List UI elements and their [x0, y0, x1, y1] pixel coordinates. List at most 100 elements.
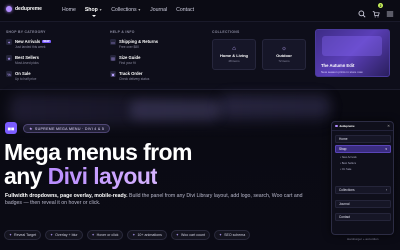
- menu-icon[interactable]: [386, 5, 394, 17]
- check-icon: ✦: [9, 233, 13, 237]
- headline-accent: Divi layout: [47, 163, 158, 189]
- collection-count: 48 items: [228, 59, 240, 63]
- mobile-item-contact[interactable]: Contact: [335, 213, 391, 221]
- mobile-subitem[interactable]: • Best Sellers: [340, 162, 356, 165]
- hero-description-lead: Fullwidth dropdowns, page overlay, mobil…: [5, 193, 128, 199]
- nav-item-home[interactable]: Home: [62, 7, 76, 13]
- mobile-subitem-label: On Sale: [341, 168, 352, 171]
- mobile-subitem-label: New Arrivals: [341, 156, 357, 159]
- logo-text: dedupreme: [15, 6, 42, 12]
- feature-chip: ✦ 10+ animations: [127, 230, 167, 240]
- chip-label: 10+ animations: [137, 233, 162, 237]
- truck-icon: ▭: [110, 39, 116, 45]
- mobile-preview-caption: Hamburger + accordion: [347, 237, 379, 241]
- collection-name: Outdoor: [276, 53, 292, 58]
- menu-item-track-order[interactable]: ▣ Track Order Check delivery status: [110, 71, 149, 81]
- star-icon: ★: [6, 55, 12, 61]
- nav-item-shop[interactable]: Shop ▼: [84, 7, 102, 17]
- mobile-subitem[interactable]: • New Arrivals: [340, 156, 357, 159]
- mobile-item-collections[interactable]: Collections ›: [335, 186, 391, 194]
- site-logo[interactable]: dedupreme: [6, 6, 42, 12]
- mobile-item-label: Contact: [339, 215, 350, 219]
- nav-label: Shop: [84, 7, 98, 13]
- new-badge: NEW: [42, 39, 51, 44]
- ruler-icon: ▤: [110, 55, 116, 61]
- menu-item-size-guide[interactable]: ▤ Size Guide Find your fit: [110, 55, 140, 65]
- collection-count: 72 items: [278, 59, 290, 63]
- nav-item-contact[interactable]: Contact: [176, 7, 194, 13]
- mobile-item-label: Shop: [339, 147, 347, 151]
- header-actions: 2: [358, 3, 394, 18]
- feature-chip: ✦ Reveal Target: [4, 230, 42, 240]
- menu-item-subtitle: Just landed this week: [15, 44, 46, 49]
- feature-chip: ✦ Woo cart count: [170, 230, 211, 240]
- check-icon: ✦: [219, 233, 223, 237]
- menu-item-on-sale[interactable]: % On Sale Up to half price: [6, 71, 36, 81]
- chip-label: Woo cart count: [180, 233, 206, 237]
- mobile-item-label: Journal: [339, 202, 350, 206]
- menu-item-best-sellers[interactable]: ★ Best Sellers Most-loved picks: [6, 55, 39, 65]
- search-icon[interactable]: [358, 5, 366, 18]
- chip-label: Overlay + blur: [55, 233, 78, 237]
- feature-chips: ✦ Reveal Target ✦ Overlay + blur ✦ Hover or…: [4, 230, 251, 240]
- star-icon: ★: [29, 126, 33, 131]
- nav-item-journal[interactable]: Journal: [150, 7, 167, 13]
- cart-icon[interactable]: 2: [372, 3, 383, 18]
- column-title-collections: COLLECTIONS: [212, 30, 240, 34]
- mobile-item-shop[interactable]: Shop ▾: [335, 145, 391, 153]
- chip-label: SEO schema: [224, 233, 246, 237]
- check-icon: ✦: [175, 233, 179, 237]
- menu-item-subtitle: Find your fit: [119, 60, 136, 65]
- menu-item-label: Size Guide: [119, 55, 141, 60]
- blurred-content: [130, 100, 220, 120]
- menu-item-new-arrivals[interactable]: ✦ New Arrivals NEW Just landed this week: [6, 39, 51, 49]
- collection-card-outdoor[interactable]: ☼ Outdoor 72 items: [262, 39, 306, 70]
- menu-item-label: Track Order: [119, 71, 143, 76]
- product-logo-icon: ◼◼: [5, 122, 17, 134]
- chip-label: Hover or click: [96, 233, 119, 237]
- close-icon[interactable]: ✕: [387, 124, 390, 128]
- hero-description: Fullwidth dropdowns, page overlay, mobil…: [5, 193, 305, 207]
- nav-label: Collections: [111, 7, 137, 13]
- feature-chip: ✦ Overlay + blur: [45, 230, 83, 240]
- menu-item-subtitle: Check delivery status: [119, 76, 150, 81]
- sparkle-icon: ✦: [6, 39, 12, 45]
- hero-headline-line1: Mega menus from: [4, 139, 192, 165]
- menu-item-label: New Arrivals: [15, 39, 41, 44]
- promo-subtitle: New season prints in store now: [321, 70, 363, 74]
- mobile-item-journal[interactable]: Journal: [335, 200, 391, 208]
- check-icon: ✦: [50, 233, 54, 237]
- mobile-brand: dedupreme: [339, 124, 355, 128]
- promo-card[interactable]: The Autumn Edit New season prints in sto…: [315, 29, 390, 77]
- logo-mark-icon: [6, 6, 12, 12]
- menu-item-subtitle: Up to half price: [15, 76, 37, 81]
- promo-image: [322, 36, 382, 56]
- feature-chip: ✦ Hover or click: [86, 230, 124, 240]
- menu-item-shipping[interactable]: ▭ Shipping & Returns Free over $80: [110, 39, 158, 49]
- column-title-help: HELP & INFO: [110, 30, 135, 34]
- mobile-item-label: Home: [339, 137, 348, 141]
- nav-label: Journal: [150, 7, 168, 13]
- menu-item-label: On Sale: [15, 71, 31, 76]
- tag-icon: %: [6, 71, 12, 77]
- chevron-down-icon: ▼: [137, 8, 142, 12]
- mobile-subitem[interactable]: • On Sale: [340, 168, 351, 171]
- chip-label: Reveal Target: [14, 233, 37, 237]
- nav-label: Home: [62, 7, 76, 13]
- eyebrow-text: SUPREME MEGA MENU · DIVI 4 & 5: [34, 126, 105, 131]
- hero-headline-line2: any Divi layout: [4, 163, 158, 189]
- nav-item-collections[interactable]: Collections ▼: [111, 7, 141, 13]
- menu-item-subtitle: Most-loved picks: [15, 60, 39, 65]
- mobile-item-label: Collections: [339, 188, 355, 192]
- collection-card-home-living[interactable]: ⌂ Home & Living 48 items: [212, 39, 256, 70]
- nav-label: Contact: [176, 7, 195, 13]
- mobile-item-home[interactable]: Home: [335, 135, 391, 143]
- logo-mark-icon: [335, 124, 338, 128]
- mobile-subitem-label: Best Sellers: [341, 162, 357, 165]
- chevron-right-icon: ›: [385, 188, 387, 192]
- check-icon: ✦: [132, 233, 136, 237]
- menu-item-subtitle: Free over $80: [119, 44, 139, 49]
- feature-chip: ✦ SEO schema: [214, 230, 251, 240]
- eyebrow-badge: ★ SUPREME MEGA MENU · DIVI 4 & 5: [23, 124, 111, 133]
- mobile-header: dedupreme ✕: [332, 122, 393, 131]
